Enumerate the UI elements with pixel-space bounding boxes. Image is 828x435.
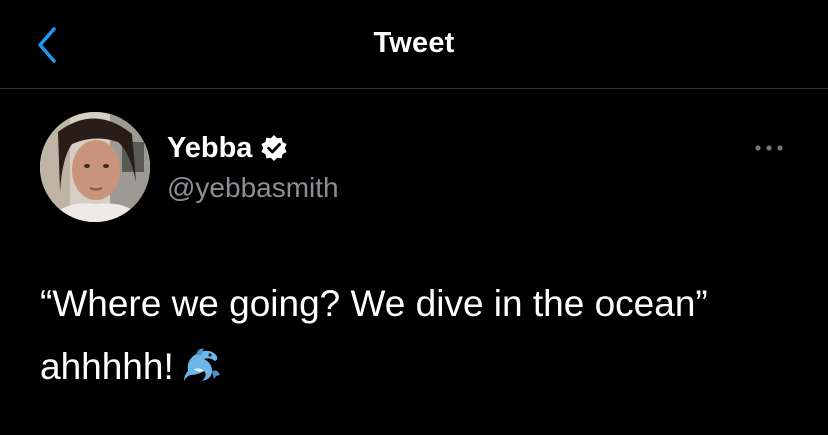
more-options-button[interactable] [752, 138, 788, 158]
author-name-row[interactable]: Yebba [167, 130, 288, 166]
display-name[interactable]: Yebba [167, 132, 252, 165]
tweet-text: “Where we going? We dive in the ocean” a… [40, 272, 800, 398]
verified-badge-icon [260, 134, 288, 162]
tweet-body: “Where we going? We dive in the ocean” a… [40, 283, 719, 387]
user-handle[interactable]: @yebbasmith [167, 172, 339, 204]
page-title: Tweet [373, 27, 455, 59]
dolphin-icon [182, 345, 222, 385]
more-options-icon[interactable] [752, 138, 788, 158]
avatar[interactable] [40, 112, 150, 222]
top-bar: Tweet [0, 0, 828, 89]
